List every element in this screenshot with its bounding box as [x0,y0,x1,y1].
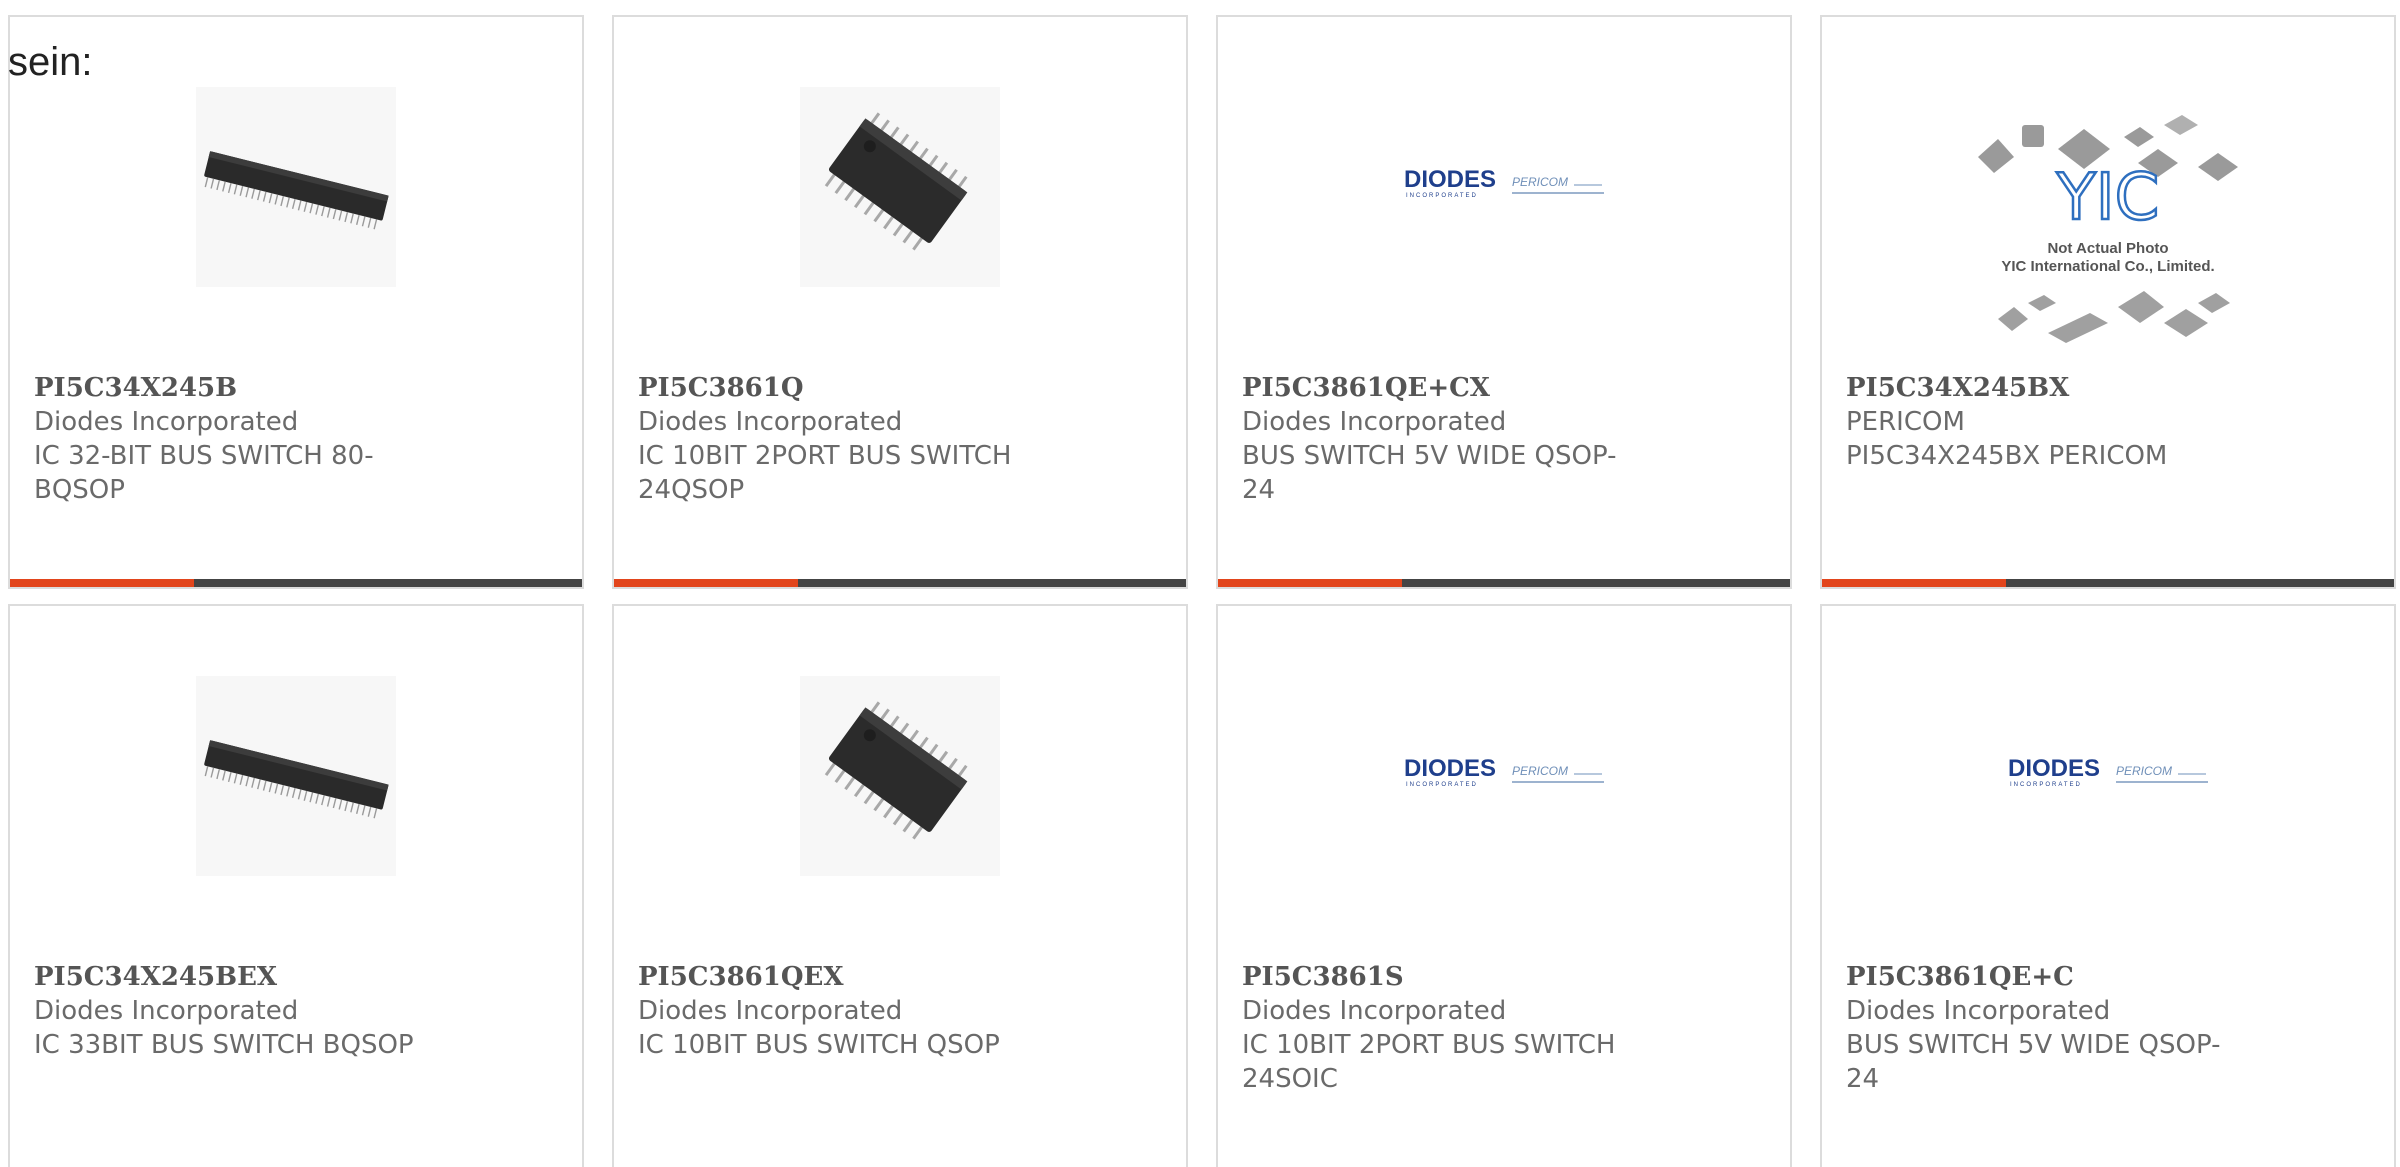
part-number[interactable]: PI5C3861S [1242,960,1766,994]
manufacturer: Diodes Incorporated [1846,996,2111,1026]
product-card[interactable]: PI5C34X245BEX Diodes Incorporated IC 33B… [8,604,584,1167]
part-number[interactable]: PI5C3861QE+CX [1242,371,1766,405]
card-bottom-bar [1822,579,2394,587]
diodes-pericom-logo[interactable]: DIODES INCORPORATED PERICOM [1404,676,1604,876]
diodes-logo-text: DIODES [2008,755,2100,782]
product-image-bqsop[interactable] [196,87,396,287]
manufacturer: Diodes Incorporated [1242,407,1507,437]
diodes-logo-subtext: INCORPORATED [1406,193,1478,199]
product-card[interactable]: PI5C3861Q Diodes Incorporated IC 10BIT 2… [612,15,1188,589]
diodes-logo-text: DIODES [1404,755,1496,782]
diodes-logo-text: DIODES [1404,166,1496,193]
card-bar-accent [614,579,798,587]
manufacturer: Diodes Incorporated [1242,996,1507,1026]
card-bar-accent [1218,579,1402,587]
card-bar-accent [1822,579,2006,587]
part-number[interactable]: PI5C3861QE+C [1846,960,2370,994]
product-card[interactable]: DIODES INCORPORATED PERICOM PI5C3861QE+C… [1216,15,1792,589]
placeholder-caption-line1: Not Actual Photo [2047,240,2168,257]
description: BUS SWITCH 5V WIDE QSOP-24 [1242,441,1617,505]
description: IC 10BIT BUS SWITCH QSOP [638,1030,1000,1060]
description: IC 10BIT 2PORT BUS SWITCH 24SOIC [1242,1030,1616,1094]
part-number[interactable]: PI5C3861Q [638,371,1162,405]
product-card[interactable]: PI5C34X245B Diodes Incorporated IC 32-BI… [8,15,584,589]
card-bottom-bar [10,579,582,587]
card-bar-accent [10,579,194,587]
placeholder-caption-line2: YIC International Co., Limited. [2001,258,2214,275]
description: IC 32-BIT BUS SWITCH 80-BQSOP [34,441,374,505]
product-card[interactable]: PI5C3861QEX Diodes Incorporated IC 10BIT… [612,604,1188,1167]
pericom-logo-text: PERICOM [1512,764,1568,778]
description: PI5C34X245BX PERICOM [1846,441,2168,471]
manufacturer: Diodes Incorporated [34,996,299,1026]
part-number[interactable]: PI5C34X245B [34,371,558,405]
part-number[interactable]: PI5C34X245BEX [34,960,558,994]
manufacturer: Diodes Incorporated [638,996,903,1026]
diodes-logo-subtext: INCORPORATED [2010,782,2082,788]
description: IC 33BIT BUS SWITCH BQSOP [34,1030,414,1060]
yic-logo: YIC [2056,161,2160,235]
product-card[interactable]: YIC Not Actual Photo YIC International C… [1820,15,2396,589]
description: BUS SWITCH 5V WIDE QSOP-24 [1846,1030,2221,1094]
product-image-qsop[interactable] [800,676,1000,876]
description: IC 10BIT 2PORT BUS SWITCH 24QSOP [638,441,1012,505]
pericom-logo-text: PERICOM [2116,764,2172,778]
manufacturer: Diodes Incorporated [638,407,903,437]
pericom-logo-text: PERICOM [1512,175,1568,189]
product-image-qsop[interactable] [800,87,1000,287]
manufacturer: Diodes Incorporated [34,407,299,437]
product-image-bqsop[interactable] [196,676,396,876]
product-card[interactable]: DIODES INCORPORATED PERICOM PI5C3861QE+C… [1820,604,2396,1167]
manufacturer: PERICOM [1846,407,1965,437]
card-bottom-bar [614,579,1186,587]
product-card[interactable]: DIODES INCORPORATED PERICOM PI5C3861S Di… [1216,604,1792,1167]
diodes-pericom-logo[interactable]: DIODES INCORPORATED PERICOM [2008,676,2208,876]
card-bottom-bar [1218,579,1790,587]
intro-text: sein: [8,40,93,84]
diodes-pericom-logo[interactable]: DIODES INCORPORATED PERICOM [1404,87,1604,287]
yic-placeholder-image[interactable]: YIC Not Actual Photo YIC International C… [1968,107,2248,357]
part-number[interactable]: PI5C3861QEX [638,960,1162,994]
diodes-logo-subtext: INCORPORATED [1406,782,1478,788]
part-number[interactable]: PI5C34X245BX [1846,371,2370,405]
